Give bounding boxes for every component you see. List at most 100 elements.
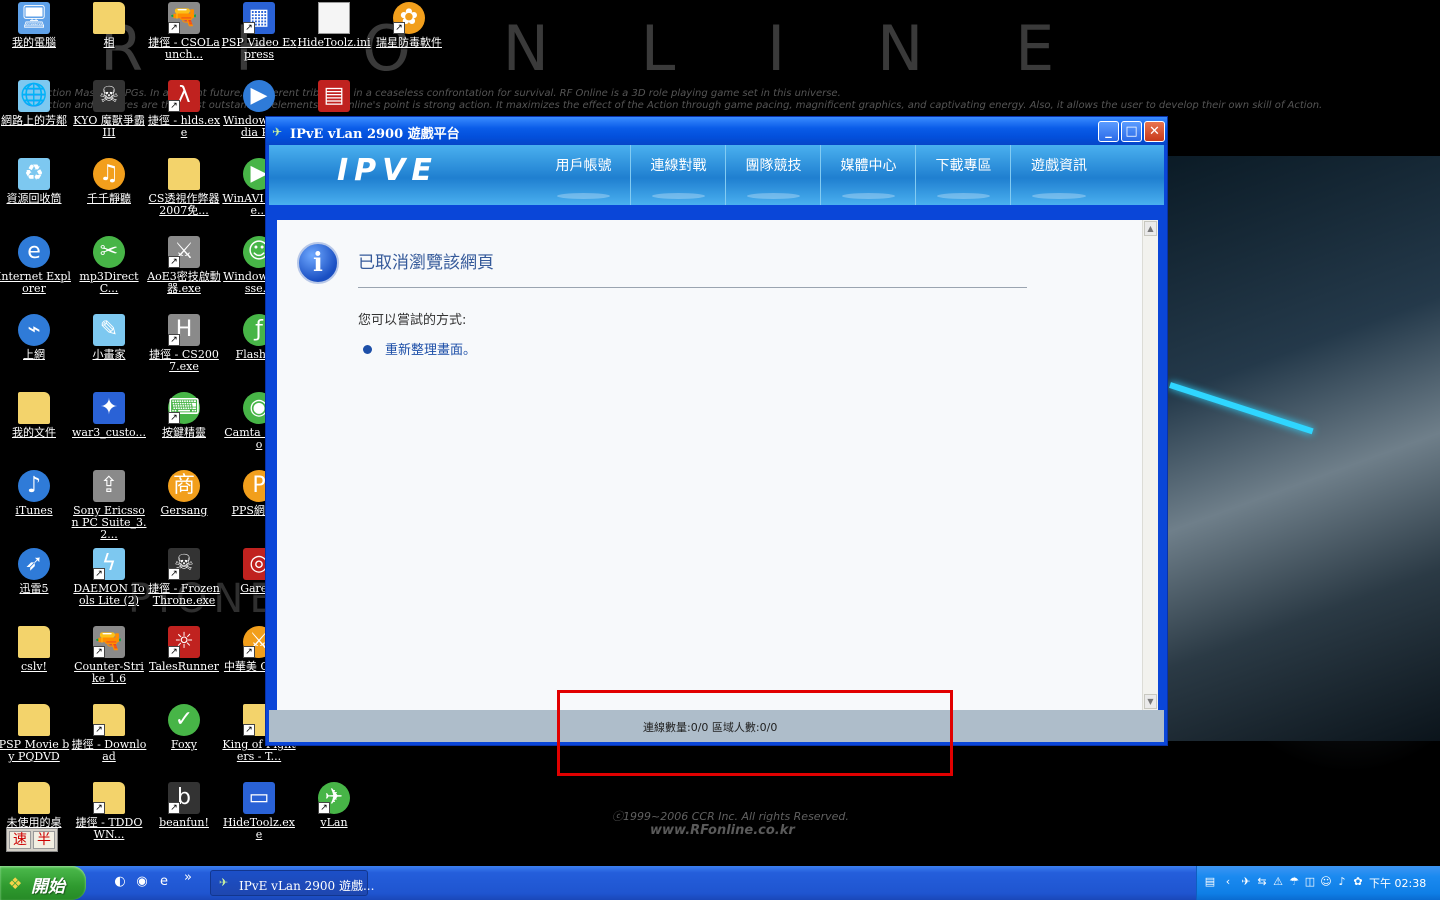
desktop-icon-label: 資源回收筒	[6, 192, 62, 205]
desktop-icon[interactable]: ✦ war3_custo...	[71, 392, 147, 439]
start-button[interactable]: ❖ 開始	[0, 866, 86, 900]
umbrella-tray-icon[interactable]: ☂	[1287, 875, 1301, 889]
windows-logo-icon: ❖	[8, 874, 23, 893]
desktop-icon[interactable]: 我的文件	[0, 392, 72, 439]
desktop-icon[interactable]: ▤	[296, 80, 372, 115]
tray-expand-icon[interactable]: ‹	[1221, 875, 1235, 889]
desktop-icon[interactable]: ☠ KYO 魔獸爭霸III	[71, 80, 147, 139]
ipve-window: ✈ IPvE vLan 2900 遊戲平台 _ □ ✕ IPVE 用戶帳號 連線…	[265, 116, 1168, 746]
warning-tray-icon[interactable]: ⚠	[1271, 875, 1285, 889]
tab-user-account[interactable]: 用戶帳號	[537, 145, 631, 205]
desktop-icon[interactable]: 🌐 網路上的芳鄰	[0, 80, 72, 127]
desktop-icon[interactable]: H ↗ 捷徑 - CS2007.exe	[146, 314, 222, 373]
desktop-icon[interactable]: e Internet Explorer	[0, 236, 72, 295]
desktop-icon[interactable]: 相	[71, 2, 147, 49]
desktop-icon[interactable]: ↗ 捷徑 - TDDOWN...	[71, 782, 147, 841]
scroll-up-button[interactable]: ▲	[1144, 221, 1157, 236]
desktop-icon[interactable]: ▭ HideToolz.exe	[221, 782, 297, 841]
refresh-link[interactable]: 重新整理畫面。	[385, 339, 476, 358]
maximize-button[interactable]: □	[1121, 121, 1142, 142]
suggestion-heading: 您可以嘗試的方式:	[358, 313, 467, 328]
desktop-icon[interactable]: ϟ ↗ DAEMON Tools Lite (2)	[71, 548, 147, 607]
shortcut-arrow-icon: ↗	[168, 256, 180, 268]
ime-speed-bar[interactable]: 速 半	[6, 828, 58, 852]
tab-downloads[interactable]: 下載專區	[917, 145, 1011, 205]
messenger-tray-icon[interactable]: ☺	[1319, 875, 1333, 889]
ime-indicator-icon[interactable]: ▤	[1203, 875, 1217, 889]
recycle-bin-icon: ♻	[18, 158, 50, 190]
scroll-down-button[interactable]: ▼	[1144, 694, 1157, 709]
tab-online-battle[interactable]: 連線對戰	[632, 145, 726, 205]
desktop-icon[interactable]: ♫ 千千靜聽	[71, 158, 147, 205]
shortcut-arrow-icon: ↗	[168, 568, 180, 580]
wallpaper-artwork	[1168, 156, 1440, 741]
quicklaunch-more-icon[interactable]: »	[180, 870, 196, 886]
shortcut-arrow-icon: ↗	[168, 412, 180, 424]
window-titlebar[interactable]: ✈ IPvE vLan 2900 遊戲平台 _ □ ✕	[266, 117, 1167, 145]
vertical-scrollbar[interactable]: ▲ ▼	[1142, 220, 1158, 710]
chevron-up-icon: ▲	[1147, 224, 1154, 233]
desktop-icon[interactable]: ↗ 捷徑 - Download	[71, 704, 147, 763]
desktop-icon[interactable]: cslv!	[0, 626, 72, 673]
system-tray: ▤ ‹ ✈ ⇆ ⚠ ☂ ◫ ☺ ♪ ✿ 下午 02:38	[1196, 866, 1440, 900]
desktop-icon-label: Counter-Strike 1.6	[74, 660, 144, 685]
quicklaunch-desktop-icon[interactable]: ◐	[112, 874, 128, 890]
minimize-button[interactable]: _	[1098, 121, 1119, 142]
desktop-icon[interactable]: λ ↗ 捷徑 - hlds.exe	[146, 80, 222, 139]
desktop-icon[interactable]: ✂ mp3DirectC...	[71, 236, 147, 295]
network-tray-icon[interactable]: ⇆	[1255, 875, 1269, 889]
taskbar-item-ipve[interactable]: ✈ IPvE vLan 2900 遊戲...	[210, 870, 374, 896]
shortcut-arrow-icon: ↗	[93, 568, 105, 580]
psp-video-icon: ▦ ↗	[243, 2, 275, 34]
desktop-icon-label: 我的文件	[12, 426, 56, 439]
tab-media-center[interactable]: 媒體中心	[822, 145, 916, 205]
vlan-icon: ✈ ↗	[318, 782, 350, 814]
desktop-icon[interactable]: ▦ ↗ PSP Video Express	[221, 2, 297, 61]
desktop-icon-label: Foxy	[170, 738, 198, 751]
desktop-icon-label: 網路上的芳鄰	[1, 114, 67, 127]
desktop-icon[interactable]: ✿ ↗ 瑞星防毒軟件	[371, 2, 447, 49]
taskbar-item-label: IPvE vLan 2900 遊戲...	[239, 879, 375, 893]
volume-tray-icon[interactable]: ♪	[1335, 875, 1349, 889]
desktop-icon[interactable]: ♻ 資源回收筒	[0, 158, 72, 205]
desktop-icon[interactable]: ⌁ 上網	[0, 314, 72, 361]
desktop-icon[interactable]: ⌨ ↗ 按鍵精靈	[146, 392, 222, 439]
close-button[interactable]: ✕	[1144, 121, 1165, 142]
war3-custom-icon: ✦	[93, 392, 125, 424]
desktop-icon[interactable]: b ↗ beanfun!	[146, 782, 222, 829]
device-tray-icon[interactable]: ◫	[1303, 875, 1317, 889]
tab-game-info[interactable]: 遊戲資訊	[1012, 145, 1106, 205]
desktop-icon[interactable]: PSP Movie by PQDVD	[0, 704, 72, 763]
desktop-icon-label: PSP Movie by PQDVD	[0, 738, 70, 763]
desktop-icon-label: iTunes	[15, 504, 53, 517]
ttplayer-icon: ♫	[93, 158, 125, 190]
aoe3-icon: ⚔ ↗	[168, 236, 200, 268]
desktop-icon[interactable]: 🔫 ↗ 捷徑 - CSOLaunch...	[146, 2, 222, 61]
desktop-icon[interactable]: ⚔ ↗ AoE3密技啟動器.exe	[146, 236, 222, 295]
keyboard-wizard-icon: ⌨ ↗	[168, 392, 200, 424]
desktop-icon[interactable]: ☠ ↗ 捷徑 - Frozen Throne.exe	[146, 548, 222, 607]
quicklaunch-ie-icon[interactable]: e	[156, 874, 172, 890]
desktop-icon[interactable]: HideToolz.ini	[296, 2, 372, 49]
desktop-icon[interactable]: ✓ Foxy	[146, 704, 222, 751]
tab-team-competition[interactable]: 團隊競技	[727, 145, 821, 205]
desktop-icon[interactable]: ✈ ↗ vLan	[296, 782, 372, 829]
desktop-icon[interactable]: ➶ 迅雷5	[0, 548, 72, 595]
ime-speed-toggle[interactable]: 速	[9, 831, 31, 849]
desktop-icon[interactable]: CS透視作弊器2007免...	[146, 158, 222, 217]
desktop-icon[interactable]: ⇪ Sony Ericsson PC Suite_3.2...	[71, 470, 147, 541]
quicklaunch-media-icon[interactable]: ◉	[134, 874, 150, 890]
desktop-icon[interactable]: ✎ 小畫家	[71, 314, 147, 361]
wallpaper-copyright: ⓒ1999~2006 CCR Inc. All rights Reserved.	[612, 810, 849, 823]
desktop-icon[interactable]: 🔫 ↗ Counter-Strike 1.6	[71, 626, 147, 685]
desktop-icon[interactable]: 商 Gersang	[146, 470, 222, 517]
desktop-icon[interactable]: ☼ ↗ TalesRunner	[146, 626, 222, 673]
bullet-icon	[363, 345, 372, 354]
antivirus-tray-icon[interactable]: ✿	[1351, 875, 1365, 889]
desktop-icon[interactable]: ♪ iTunes	[0, 470, 72, 517]
clock[interactable]: 下午 02:38	[1369, 875, 1426, 891]
ipve-logo: IPVE	[337, 153, 438, 188]
vlan-tray-icon[interactable]: ✈	[1239, 875, 1253, 889]
ime-halfwidth-toggle[interactable]: 半	[33, 831, 55, 849]
desktop-icon[interactable]: 🖥 我的電腦	[0, 2, 72, 49]
